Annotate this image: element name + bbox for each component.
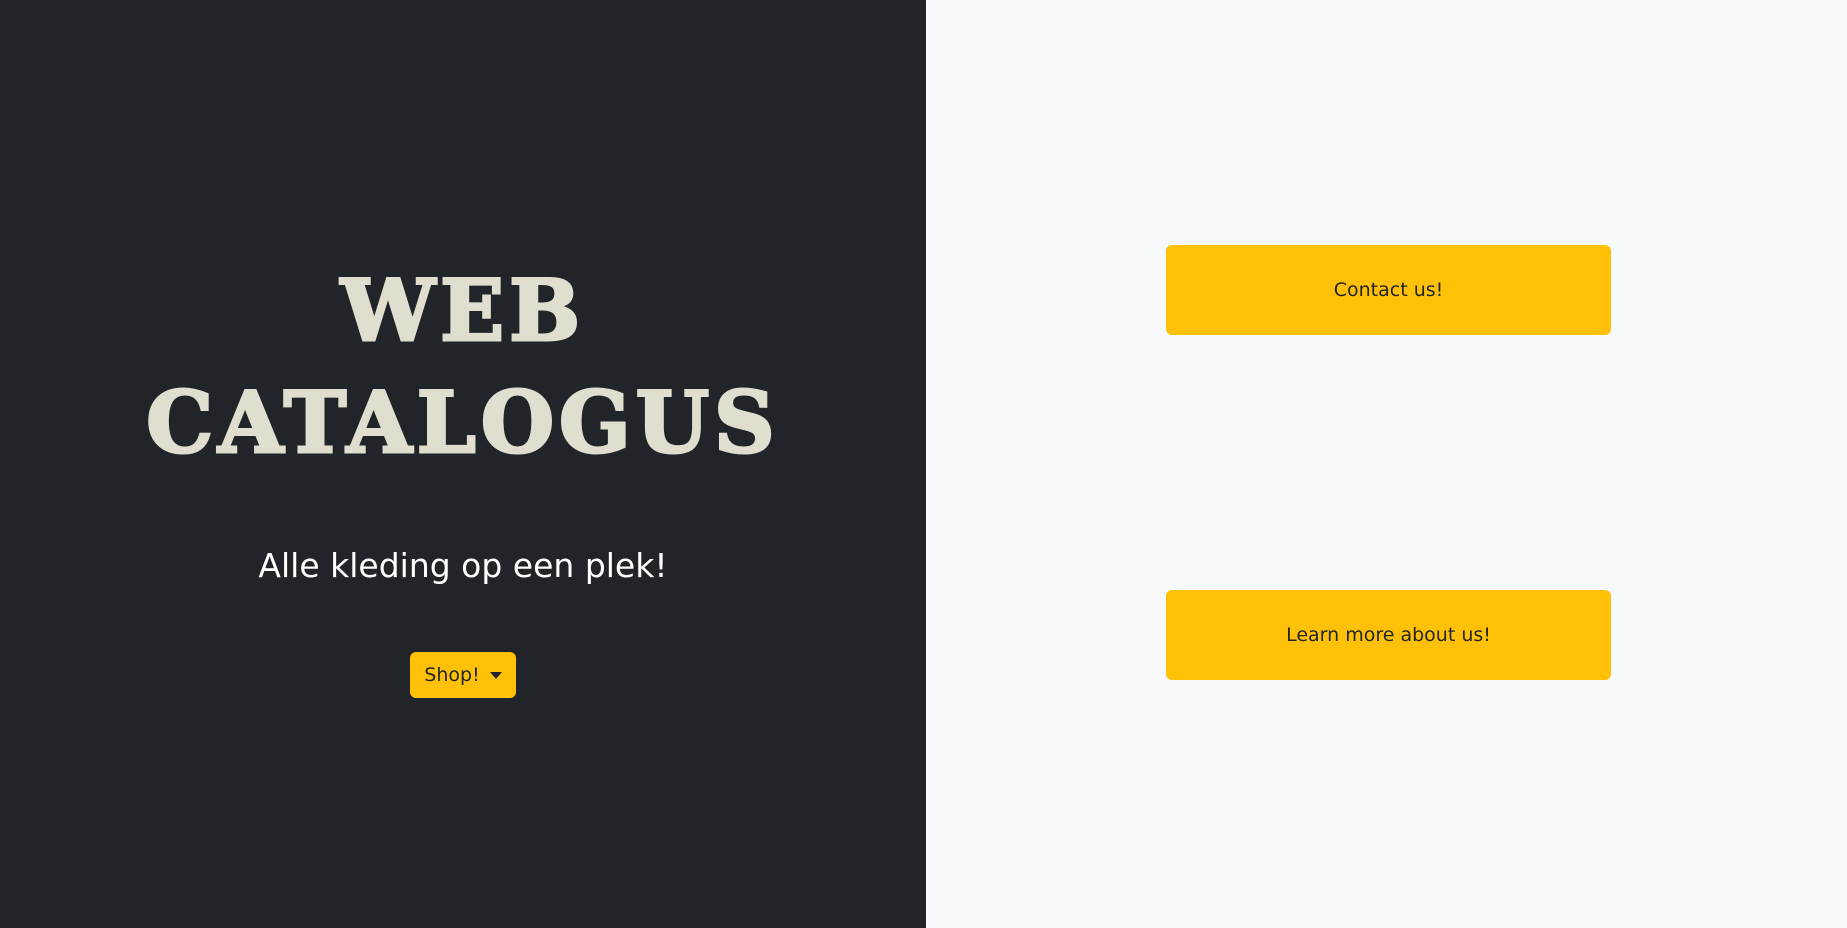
brand-title-line-1: WEB bbox=[339, 260, 586, 362]
shop-dropdown-button[interactable]: Shop! bbox=[410, 652, 516, 698]
shop-button-label: Shop! bbox=[424, 664, 480, 686]
brand-title-line-2: CATALOGUS bbox=[145, 372, 780, 474]
actions-panel: Contact us! Learn more about us! bbox=[926, 0, 1847, 928]
learn-more-button-label: Learn more about us! bbox=[1286, 624, 1491, 646]
brand-title: WEB CATALOGUS bbox=[0, 255, 926, 479]
contact-button-label: Contact us! bbox=[1333, 279, 1444, 301]
tagline: Alle kleding op een plek! bbox=[258, 546, 668, 585]
learn-more-button[interactable]: Learn more about us! bbox=[1166, 590, 1611, 680]
page: WEB CATALOGUS Alle kleding op een plek! … bbox=[0, 0, 1847, 928]
hero-panel: WEB CATALOGUS Alle kleding op een plek! … bbox=[0, 0, 926, 928]
caret-down-icon bbox=[489, 672, 502, 679]
contact-button[interactable]: Contact us! bbox=[1166, 245, 1611, 335]
